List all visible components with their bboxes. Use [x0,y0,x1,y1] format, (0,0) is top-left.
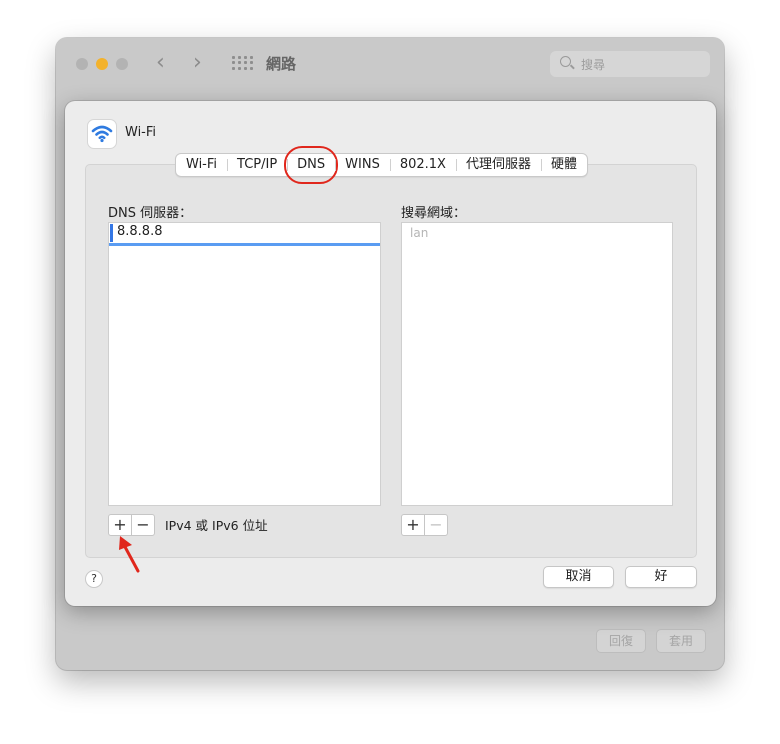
search-placeholder: 搜尋 [581,58,606,72]
add-dns-server-button[interactable]: + [109,515,131,535]
search-domains-list[interactable]: lan [401,222,673,506]
annotation-arrow-icon [119,536,140,573]
apply-button[interactable]: 套用 [656,629,706,653]
tab-tcpip[interactable]: TCP/IP [227,154,287,176]
dns-server-row[interactable]: 8.8.8.8 [109,223,380,246]
tab-wifi[interactable]: Wi-Fi [176,154,227,176]
tab-wins[interactable]: WINS [335,154,390,176]
dns-servers-list[interactable]: 8.8.8.8 [108,222,381,506]
search-field[interactable]: 搜尋 [550,51,710,77]
ok-button[interactable]: 好 [625,566,697,588]
search-domains-label: 搜尋網域： [401,206,467,221]
add-search-domain-button[interactable]: + [402,515,424,535]
close-window-button[interactable] [76,58,88,70]
text-cursor [110,224,113,242]
domain-add-remove-control: + − [401,514,448,536]
back-icon[interactable]: ‹ [156,52,165,74]
address-hint: IPv4 或 IPv6 位址 [165,518,268,533]
zoom-window-button[interactable] [116,58,128,70]
tab-bar: Wi-Fi TCP/IP DNS WINS 802.1X 代理伺服器 硬體 [175,146,588,184]
remove-dns-server-button[interactable]: − [131,515,154,535]
tab-content-panel: DNS 伺服器： 8.8.8.8 搜尋網域： lan + − + − [85,164,697,558]
search-domain-placeholder: lan [410,226,429,240]
remove-search-domain-button[interactable]: − [424,515,447,535]
tab-dns[interactable]: DNS [284,146,339,184]
tab-proxies[interactable]: 代理伺服器 [455,154,541,176]
title-bar: ‹ › 網路 搜尋 [56,38,724,90]
dns-servers-label: DNS 伺服器： [108,206,193,221]
tab-hardware[interactable]: 硬體 [540,154,587,176]
forward-icon[interactable]: › [193,52,202,74]
window-title: 網路 [266,55,297,73]
revert-button[interactable]: 回復 [596,629,646,653]
tab-8021x[interactable]: 802.1X [389,154,456,176]
search-icon [560,56,571,67]
minimize-window-button[interactable] [96,58,108,70]
cancel-button[interactable]: 取消 [543,566,614,588]
advanced-settings-sheet: Wi-Fi DNS 伺服器： 8.8.8.8 搜尋網域： lan + − + −… [65,101,716,606]
help-button[interactable]: ? [85,570,103,588]
interface-name: Wi-Fi [125,125,157,140]
show-all-grid-icon[interactable] [232,56,253,70]
wifi-icon [87,119,117,149]
dns-server-value[interactable]: 8.8.8.8 [117,224,162,239]
